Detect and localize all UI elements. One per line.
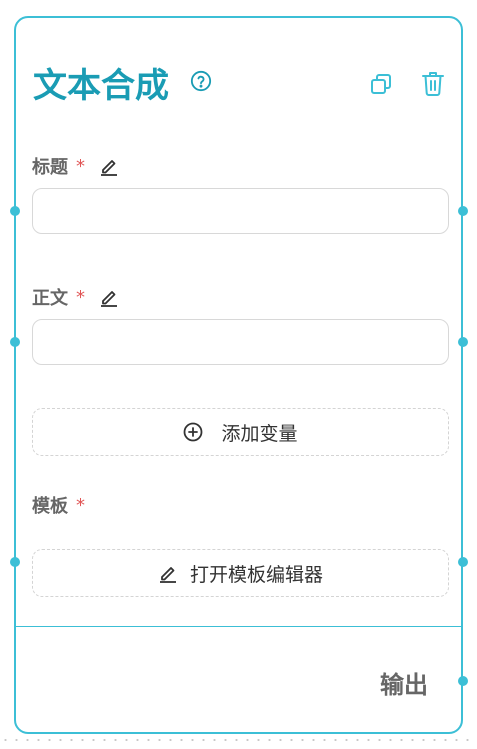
edit-pencil-icon[interactable] — [99, 156, 119, 176]
section-divider — [16, 626, 461, 627]
node-title: 文本合成 — [33, 66, 169, 106]
help-circle-icon[interactable] — [190, 70, 212, 92]
canvas-dot-grid — [0, 738, 477, 742]
edit-pencil-icon — [159, 567, 176, 583]
open-template-editor-label: 打开模板编辑器 — [189, 563, 323, 586]
output-result-handle[interactable] — [458, 676, 468, 686]
copy-icon[interactable] — [369, 72, 393, 96]
body-field-label: 正文 * — [32, 284, 119, 310]
input-handle[interactable] — [10, 557, 20, 567]
open-template-editor-button[interactable]: 打开模板编辑器 — [32, 549, 449, 597]
required-mark: * — [76, 494, 85, 516]
output-label: 输出 — [380, 671, 428, 699]
output-handle[interactable] — [458, 206, 468, 216]
body-label-text: 正文 — [32, 288, 68, 309]
body-input[interactable] — [32, 319, 449, 365]
input-handle[interactable] — [10, 337, 20, 347]
input-handle[interactable] — [10, 206, 20, 216]
required-mark: * — [76, 155, 85, 177]
edit-pencil-icon[interactable] — [99, 287, 119, 307]
template-field-label: 模板 * — [32, 492, 85, 518]
title-input[interactable] — [32, 188, 449, 234]
add-circle-icon — [184, 422, 203, 442]
text-synthesis-node[interactable]: 文本合成 标题 * 正文 * 添加变量 模板 * 打开模板编辑器 输出 — [14, 16, 463, 734]
template-label-text: 模板 — [32, 496, 68, 517]
output-handle[interactable] — [458, 337, 468, 347]
add-variable-label: 添加变量 — [221, 422, 298, 445]
trash-icon[interactable] — [421, 70, 445, 96]
title-label-text: 标题 — [32, 157, 68, 178]
add-variable-button[interactable]: 添加变量 — [32, 408, 449, 456]
title-field-label: 标题 * — [32, 153, 119, 179]
required-mark: * — [76, 286, 85, 308]
output-handle[interactable] — [458, 557, 468, 567]
